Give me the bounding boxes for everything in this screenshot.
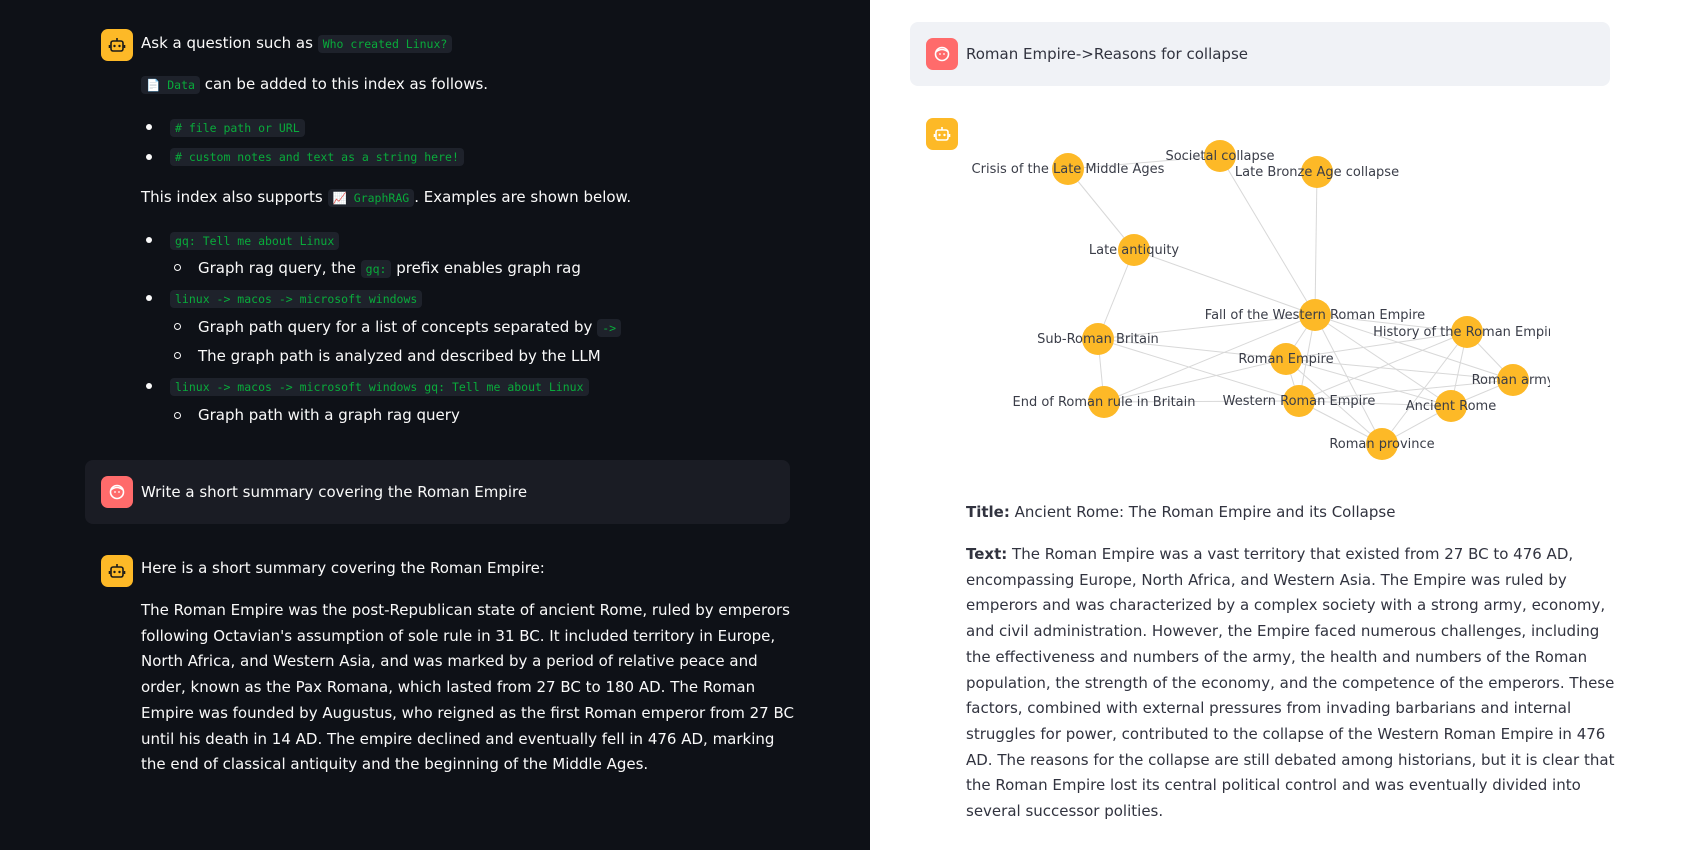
data-item-code: # custom notes and text as a string here… [170, 148, 464, 166]
ask-prefix: Ask a question such as [141, 34, 313, 52]
text-label: Text: [966, 545, 1008, 563]
example-2: linux -> macos -> microsoft windows [170, 288, 423, 309]
data-code: 📄 Data [141, 76, 200, 94]
bot-icon [108, 38, 126, 52]
graph-node-label: Societal collapse [1165, 149, 1274, 164]
data-item-code: # file path or URL [170, 119, 305, 137]
sub-bullet [174, 323, 181, 330]
graph-node-label: Sub-Roman Britain [1037, 332, 1159, 347]
graph-node-label: Ancient Rome [1406, 399, 1496, 414]
ask-line: Ask a question such as Who created Linux… [141, 33, 453, 54]
user-avatar [926, 38, 958, 70]
graph-edge [1314, 314, 1383, 445]
graph-node-label: Late antiquity [1089, 243, 1180, 258]
bullet-dot [146, 154, 152, 160]
example-1: gq: Tell me about Linux [170, 230, 340, 251]
example-1-desc-prefix: Graph rag query, the [198, 259, 356, 277]
example-2-desc-prefix: Graph path query for a list of concepts … [198, 318, 593, 336]
graph-nodes: Crisis of the Late Middle AgesSocietal c… [972, 140, 1550, 460]
data-suffix: can be added to this index as follows. [204, 75, 489, 93]
graphrag-prefix: This index also supports [141, 188, 323, 206]
example-3: linux -> macos -> microsoft windows gq: … [170, 376, 589, 397]
example-1-desc: Graph rag query, the gq: prefix enables … [198, 258, 581, 279]
user-icon [109, 484, 125, 500]
example-2-code: linux -> macos -> microsoft windows [170, 290, 423, 308]
graph-node-label: Western Roman Empire [1223, 394, 1376, 409]
bullet-dot [146, 383, 152, 389]
title-label: Title: [966, 503, 1010, 521]
user-message: Write a short summary covering the Roman… [85, 460, 790, 524]
assistant-avatar [101, 29, 133, 61]
data-item-1: # file path or URL [170, 117, 305, 138]
example-1-desc-suffix: prefix enables graph rag [396, 259, 581, 277]
graph-node-label: Crisis of the Late Middle Ages [972, 162, 1165, 177]
graphrag-line: This index also supports 📈 GraphRAG. Exa… [141, 187, 631, 208]
data-line: 📄 Data can be added to this index as fol… [141, 74, 488, 95]
sub-bullet [174, 352, 181, 359]
graph-edge [1133, 249, 1316, 316]
graphrag-suffix: . Examples are shown below. [414, 188, 632, 206]
example-2-desc-code: -> [597, 319, 622, 337]
chat-panel-left: Ask a question such as Who created Linux… [0, 0, 870, 850]
sub-bullet [174, 264, 181, 271]
data-item-2: # custom notes and text as a string here… [170, 146, 464, 167]
graph-node-label: Fall of the Western Roman Empire [1205, 308, 1425, 323]
example-1-code: gq: Tell me about Linux [170, 232, 340, 250]
graph-node-label: End of Roman rule in Britain [1012, 395, 1195, 410]
user-icon [934, 46, 950, 62]
title-value: Ancient Rome: The Roman Empire and its C… [1014, 503, 1396, 521]
example-3-desc: Graph path with a graph rag query [198, 406, 460, 424]
result-title: Title: Ancient Rome: The Roman Empire an… [966, 502, 1395, 522]
user-message-text: Roman Empire->Reasons for collapse [966, 45, 1248, 63]
graph-node-label: Late Bronze Age collapse [1235, 165, 1399, 180]
graph-node-label: History of the Roman Empire [1373, 325, 1550, 340]
example-2-desc-1: Graph path query for a list of concepts … [198, 317, 622, 338]
ask-example-code: Who created Linux? [317, 35, 453, 53]
graph-edge [1381, 331, 1468, 445]
graph-node-label: Roman army [1472, 373, 1550, 388]
chat-panel-right: Roman Empire->Reasons for collapse Crisi… [870, 0, 1700, 850]
user-avatar [101, 476, 133, 508]
bullet-dot [146, 295, 152, 301]
reply-body: The Roman Empire was the post-Republican… [141, 601, 794, 774]
graph-edge [1314, 171, 1318, 316]
user-message-text: Write a short summary covering the Roman… [141, 483, 528, 501]
graphrag-code: 📈 GraphRAG [327, 189, 415, 207]
assistant-avatar [101, 555, 133, 587]
bullet-dot [146, 124, 152, 130]
user-message: Roman Empire->Reasons for collapse [910, 22, 1610, 86]
graph-node-label: Roman Empire [1238, 352, 1333, 367]
example-1-desc-code: gq: [360, 260, 392, 278]
sub-bullet [174, 412, 181, 419]
result-text: Text: The Roman Empire was a vast territ… [966, 542, 1626, 825]
example-2-desc-2: The graph path is analyzed and described… [198, 347, 601, 365]
text-value: The Roman Empire was a vast territory th… [966, 545, 1615, 821]
graph-node-label: Roman province [1329, 437, 1434, 452]
reply-intro: Here is a short summary covering the Rom… [141, 559, 545, 577]
bullet-dot [146, 237, 152, 243]
knowledge-graph: Crisis of the Late Middle AgesSocietal c… [972, 140, 1550, 460]
example-3-code: linux -> macos -> microsoft windows gq: … [170, 378, 589, 396]
bot-icon [108, 564, 126, 578]
